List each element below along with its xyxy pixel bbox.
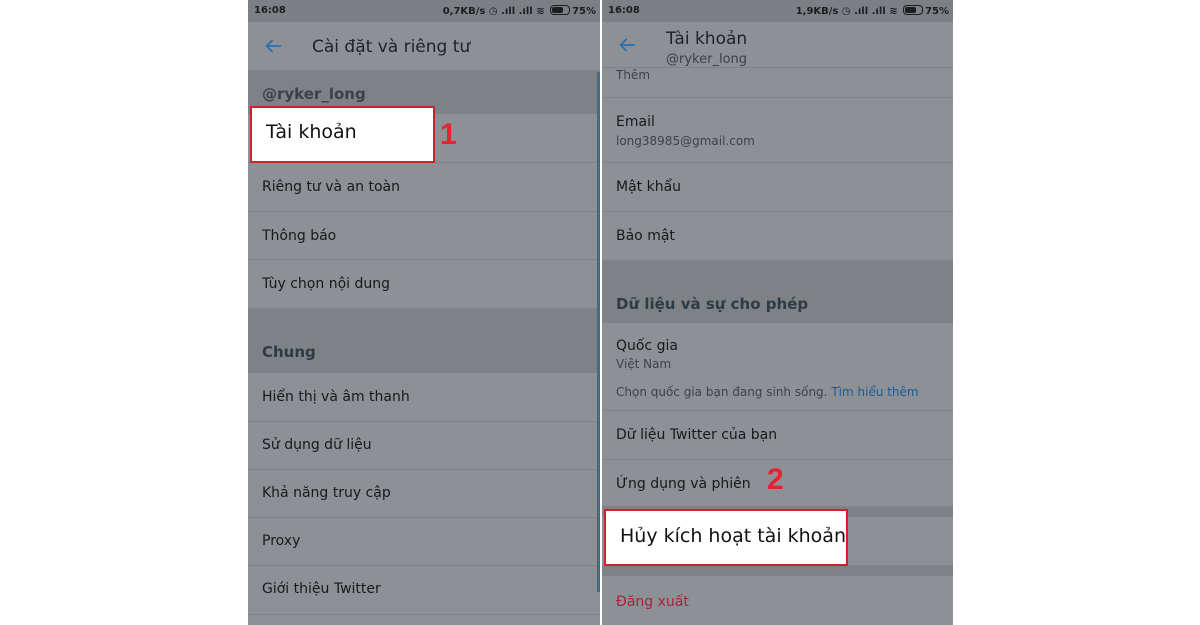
learn-more-link[interactable]: Tìm hiểu thêm [831, 385, 918, 399]
menu-item-privacy[interactable]: Riêng tư và an toàn [248, 163, 600, 212]
menu-item-display-sound[interactable]: Hiển thị và âm thanh [248, 373, 600, 422]
battery-icon [550, 5, 571, 15]
security-row[interactable]: Bảo mật [602, 212, 953, 261]
status-time: 16:08 [254, 5, 286, 16]
menu-item-about-twitter[interactable]: Giới thiệu Twitter [248, 566, 600, 615]
country-hint: Chọn quốc gia bạn đang sinh sống. [616, 385, 828, 399]
partial-row-top: Thêm [602, 68, 953, 98]
page-title: Tài khoản [666, 29, 748, 49]
app-bar: Cài đặt và riêng tư [248, 22, 600, 71]
settings-screen: 16:08 0,7KB/s ◷ .ıll .ıll ≋ 75% Cài đặt … [248, 0, 600, 625]
status-bar: 16:08 1,9KB/s ◷ .ıll .ıll ≋ 75% [602, 0, 953, 22]
status-time: 16:08 [608, 5, 640, 16]
deactivate-account-highlighted[interactable]: Hủy kích hoạt tài khoản [604, 509, 848, 566]
account-screen: 16:08 1,9KB/s ◷ .ıll .ıll ≋ 75% Thêm Tài… [602, 0, 953, 625]
status-bar: 16:08 0,7KB/s ◷ .ıll .ıll ≋ 75% [248, 0, 600, 22]
app-bar: Tài khoản @ryker_long [602, 22, 953, 68]
section-data-permissions-header: Dữ liệu và sự cho phép [602, 261, 953, 323]
battery-icon [903, 5, 924, 15]
page-title: Cài đặt và riêng tư [312, 37, 471, 57]
back-arrow-icon[interactable] [616, 34, 638, 56]
divider [602, 566, 953, 576]
section-general-header: Chung [248, 309, 600, 373]
password-row[interactable]: Mật khẩu [602, 163, 953, 212]
menu-item-data-usage[interactable]: Sử dụng dữ liệu [248, 422, 600, 470]
page-subtitle: @ryker_long [666, 52, 748, 67]
step-marker-2: 2 [767, 463, 784, 496]
twitter-data-row[interactable]: Dữ liệu Twitter của bạn [602, 411, 953, 460]
status-indicators: 0,7KB/s ◷ .ıll .ıll ≋ 75% [442, 5, 596, 17]
status-indicators: 1,9KB/s ◷ .ıll .ıll ≋ 75% [795, 5, 949, 17]
country-row[interactable]: Quốc gia Việt Nam Chọn quốc gia bạn đang… [602, 323, 953, 411]
scrollbar[interactable] [597, 72, 600, 592]
account-menu-item-highlighted[interactable]: Tài khoản [250, 106, 435, 163]
menu-item-accessibility[interactable]: Khả năng truy cập [248, 470, 600, 518]
menu-item-notifications[interactable]: Thông báo [248, 212, 600, 260]
email-row[interactable]: Email long38985@gmail.com [602, 98, 953, 163]
menu-item-proxy[interactable]: Proxy [248, 518, 600, 566]
step-marker-1: 1 [440, 118, 457, 151]
menu-item-content-preferences[interactable]: Tùy chọn nội dung [248, 260, 600, 309]
logout-row[interactable]: Đăng xuất [602, 576, 953, 625]
back-arrow-icon[interactable] [262, 35, 284, 57]
